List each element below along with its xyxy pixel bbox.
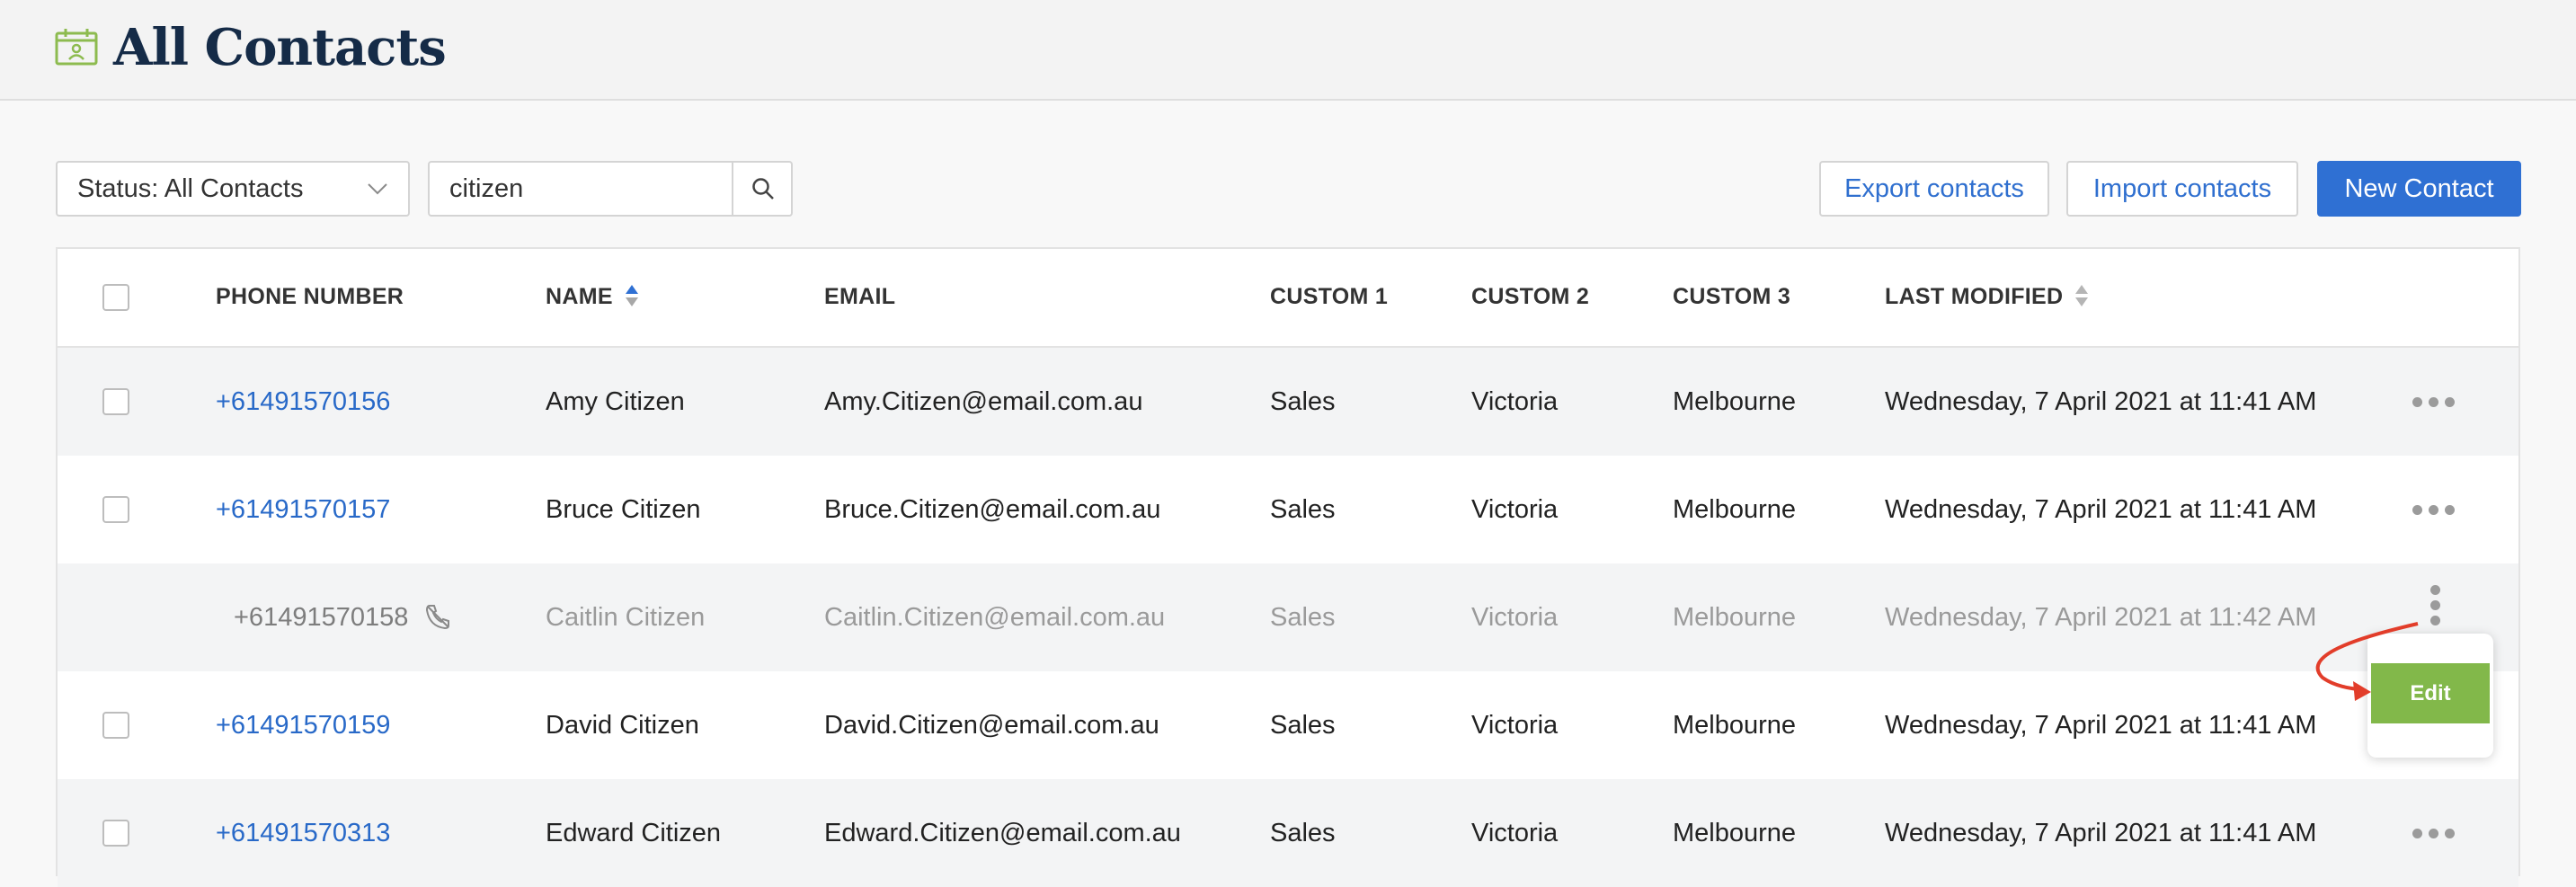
more-options-icon[interactable] [2412, 827, 2456, 839]
no-call-icon [425, 605, 449, 630]
custom3-value: Melbourne [1673, 603, 1797, 632]
contact-name: Caitlin Citizen [546, 603, 706, 632]
column-header-custom1[interactable]: CUSTOM 1 [1270, 249, 1388, 344]
status-filter-label: Status: All Contacts [77, 174, 304, 203]
custom2-value: Victoria [1471, 387, 1559, 416]
table-row[interactable]: +61491570156 Amy Citizen Amy.Citizen@ema… [58, 348, 2518, 456]
contact-name: Amy Citizen [546, 387, 685, 416]
page-title: All Contacts [113, 18, 447, 77]
contact-email: Bruce.Citizen@email.com.au [824, 495, 1161, 524]
search-field: citizen [428, 161, 793, 217]
edit-menu-item[interactable]: Edit [2371, 663, 2490, 723]
status-filter-select[interactable]: Status: All Contacts [56, 161, 410, 217]
contact-email: Edward.Citizen@email.com.au [824, 819, 1181, 847]
custom2-value: Victoria [1471, 819, 1559, 847]
custom2-value: Victoria [1471, 603, 1559, 632]
more-options-icon[interactable] [2412, 395, 2456, 408]
contacts-table: PHONE NUMBER NAME EMAIL CUSTOM 1 CUSTOM … [56, 247, 2520, 887]
import-contacts-button[interactable]: Import contacts [2066, 161, 2298, 217]
export-contacts-button[interactable]: Export contacts [1819, 161, 2049, 217]
table-row[interactable]: +61491570157 Bruce Citizen Bruce.Citizen… [58, 456, 2518, 563]
contact-name: Edward Citizen [546, 819, 722, 847]
column-header-email[interactable]: EMAIL [824, 249, 895, 344]
vertical-more-options-icon[interactable] [2429, 585, 2442, 626]
last-modified-value: Wednesday, 7 April 2021 at 11:41 AM [1885, 387, 2317, 416]
last-modified-value: Wednesday, 7 April 2021 at 11:41 AM [1885, 819, 2317, 847]
custom2-value: Victoria [1471, 711, 1559, 740]
phone-number-disabled: +61491570158 [234, 603, 409, 632]
row-checkbox[interactable] [102, 712, 129, 739]
search-button[interactable] [732, 163, 791, 215]
sort-ascending-icon [625, 285, 638, 307]
table-row[interactable]: +61491570313 Edward Citizen Edward.Citiz… [58, 779, 2518, 887]
custom3-value: Melbourne [1673, 819, 1797, 847]
contact-name: David Citizen [546, 711, 699, 740]
custom1-value: Sales [1270, 603, 1336, 632]
phone-link[interactable]: +61491570157 [216, 456, 390, 563]
table-row[interactable]: +61491570158 Caitlin Citizen Caitlin.Cit… [58, 563, 2518, 671]
contact-email: David.Citizen@email.com.au [824, 711, 1159, 740]
table-row[interactable]: +61491570159 David Citizen David.Citizen… [58, 671, 2518, 779]
search-icon [752, 178, 774, 200]
custom1-value: Sales [1270, 819, 1336, 847]
column-header-custom2[interactable]: CUSTOM 2 [1471, 249, 1589, 344]
search-input[interactable]: citizen [449, 163, 523, 215]
contact-email: Caitlin.Citizen@email.com.au [824, 603, 1166, 632]
new-contact-button[interactable]: New Contact [2317, 161, 2521, 217]
calendar-contact-icon [55, 29, 98, 66]
chevron-down-icon [368, 183, 387, 195]
phone-link[interactable]: +61491570313 [216, 779, 390, 887]
custom2-value: Victoria [1471, 495, 1559, 524]
contact-email: Amy.Citizen@email.com.au [824, 387, 1143, 416]
custom1-value: Sales [1270, 711, 1336, 740]
last-modified-value: Wednesday, 7 April 2021 at 11:41 AM [1885, 711, 2317, 740]
last-modified-value: Wednesday, 7 April 2021 at 11:41 AM [1885, 495, 2317, 524]
page-header: All Contacts [0, 0, 2576, 101]
row-checkbox[interactable] [102, 496, 129, 523]
sort-icon [2075, 285, 2089, 307]
column-header-last-modified[interactable]: LAST MODIFIED [1885, 249, 2090, 344]
custom3-value: Melbourne [1673, 711, 1797, 740]
column-header-name-label: NAME [546, 284, 613, 309]
column-header-name[interactable]: NAME [546, 249, 640, 344]
more-options-icon[interactable] [2412, 503, 2456, 516]
phone-link[interactable]: +61491570156 [216, 348, 390, 456]
custom1-value: Sales [1270, 495, 1336, 524]
row-checkbox[interactable] [102, 388, 129, 415]
custom3-value: Melbourne [1673, 387, 1797, 416]
row-options-menu: Edit [2367, 634, 2493, 758]
column-header-last-modified-label: LAST MODIFIED [1885, 284, 2064, 309]
phone-link[interactable]: +61491570159 [216, 671, 390, 779]
custom3-value: Melbourne [1673, 495, 1797, 524]
last-modified-value: Wednesday, 7 April 2021 at 11:42 AM [1885, 603, 2317, 632]
contact-name: Bruce Citizen [546, 495, 701, 524]
column-header-custom3[interactable]: CUSTOM 3 [1673, 249, 1790, 344]
select-all-checkbox[interactable] [102, 284, 129, 311]
column-header-phone[interactable]: PHONE NUMBER [216, 249, 404, 344]
table-header-row: PHONE NUMBER NAME EMAIL CUSTOM 1 CUSTOM … [58, 249, 2518, 348]
custom1-value: Sales [1270, 387, 1336, 416]
row-checkbox[interactable] [102, 820, 129, 847]
